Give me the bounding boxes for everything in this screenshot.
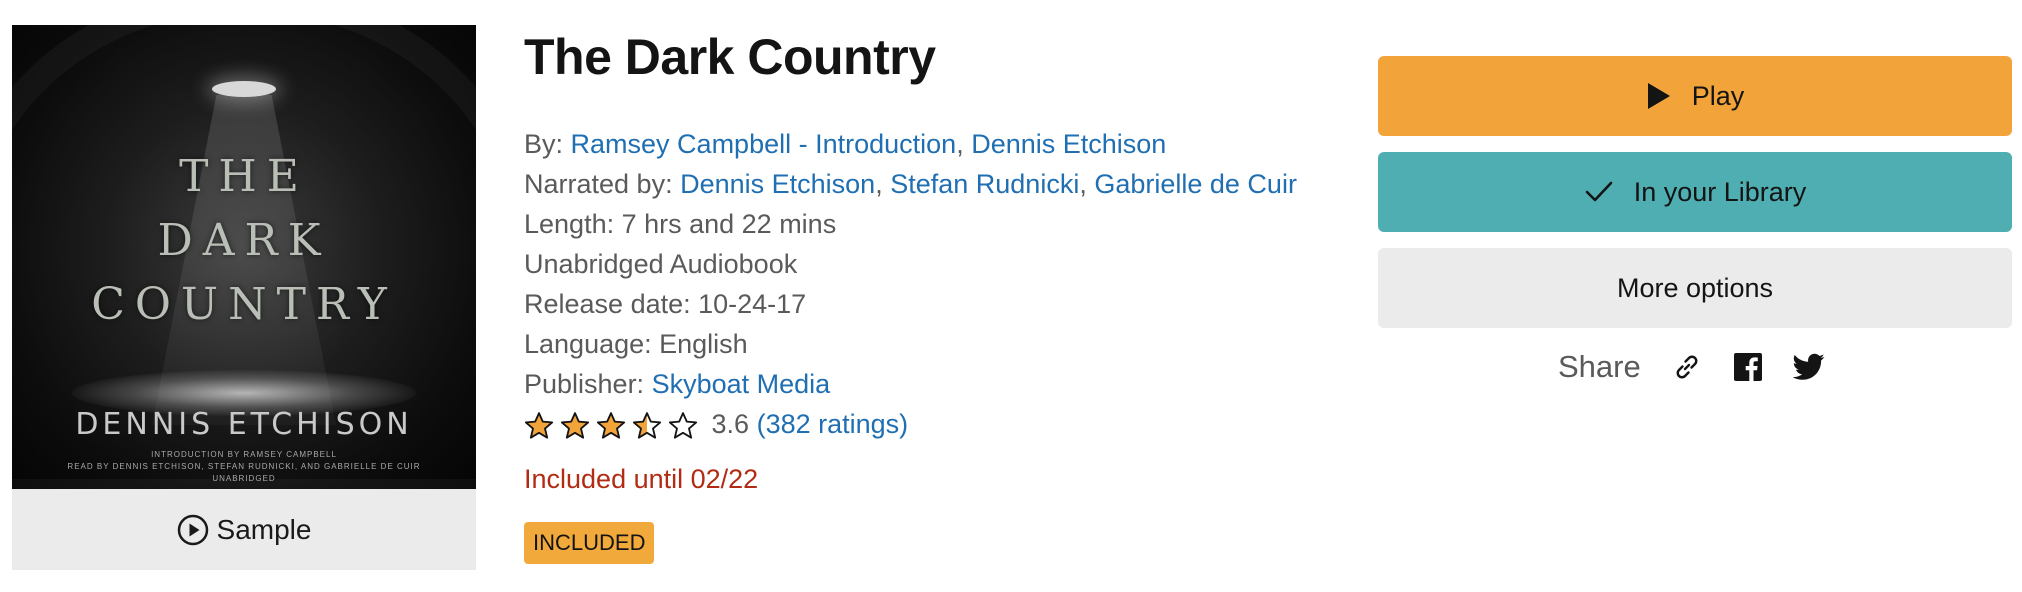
more-options-label: More options xyxy=(1616,272,1774,303)
author-link[interactable]: Dennis Etchison xyxy=(971,129,1166,159)
format-row: Unabridged Audiobook xyxy=(524,249,798,279)
star-half-icon xyxy=(632,412,662,439)
release-date-row: Release date: 10-24-17 xyxy=(524,289,807,319)
language-row: Language: English xyxy=(524,329,748,359)
cover-image[interactable]: THE DARK COUNTRY DENNIS ETCHISON INTRODU… xyxy=(12,25,476,489)
play-circle-icon xyxy=(177,514,208,545)
cover-title-line: COUNTRY xyxy=(91,279,397,330)
separator: , xyxy=(956,129,972,159)
in-library-button[interactable]: In your Library xyxy=(1378,152,2012,232)
facebook-icon[interactable] xyxy=(1733,352,1763,382)
star-rating xyxy=(524,411,704,441)
separator: , xyxy=(875,169,891,199)
cover-skylight xyxy=(212,81,276,97)
in-library-label: In your Library xyxy=(1633,176,1807,207)
page-title: The Dark Country xyxy=(524,29,936,85)
length-row: Length: 7 hrs and 22 mins xyxy=(524,209,837,239)
cover-title: THE DARK COUNTRY xyxy=(12,145,476,337)
sample-label: Sample xyxy=(216,513,312,545)
copy-link-icon[interactable] xyxy=(1671,351,1703,383)
separator: , xyxy=(1079,169,1095,199)
ratings-count-link[interactable]: (382 ratings) xyxy=(757,409,909,439)
share-bar: Share xyxy=(1558,342,1825,392)
publisher-link[interactable]: Skyboat Media xyxy=(652,369,831,399)
narrated-label: Narrated by: xyxy=(524,169,673,199)
cover-title-line: DARK xyxy=(157,215,331,266)
twitter-icon[interactable] xyxy=(1792,353,1825,381)
star-empty-icon xyxy=(668,412,698,439)
more-options-button[interactable]: More options xyxy=(1378,248,2012,328)
included-until-text: Included until 02/22 xyxy=(524,464,759,494)
rating-row: 3.6 (382 ratings) xyxy=(524,404,1297,444)
cover-title-line: THE xyxy=(179,151,309,202)
play-icon xyxy=(1647,83,1670,109)
publisher-label: Publisher: xyxy=(524,369,645,399)
narrator-link[interactable]: Stefan Rudnicki xyxy=(890,169,1079,199)
sample-button[interactable]: Sample xyxy=(12,489,476,570)
product-details: By: Ramsey Campbell - Introduction, Denn… xyxy=(524,124,1297,444)
included-badge: INCLUDED xyxy=(524,522,655,564)
publisher-row: Publisher: Skyboat Media xyxy=(524,364,1297,404)
play-button[interactable]: Play xyxy=(1378,56,2012,136)
cover-author: DENNIS ETCHISON xyxy=(75,407,413,442)
checkmark-icon xyxy=(1585,181,1613,202)
cover-read-by-line: READ BY DENNIS ETCHISON, STEFAN RUDNICKI… xyxy=(67,462,421,471)
author-link[interactable]: Ramsey Campbell - Introduction xyxy=(571,129,957,159)
narrator-link[interactable]: Dennis Etchison xyxy=(680,169,875,199)
star-full-icon xyxy=(524,412,554,439)
by-label: By: xyxy=(524,129,564,159)
authors-row: By: Ramsey Campbell - Introduction, Denn… xyxy=(524,124,1297,164)
cover-intro-line: INTRODUCTION BY RAMSEY CAMPBELL xyxy=(151,450,337,459)
narrators-row: Narrated by: Dennis Etchison, Stefan Rud… xyxy=(524,164,1297,204)
play-label: Play xyxy=(1691,80,1745,111)
rating-value: 3.6 xyxy=(711,409,750,439)
star-full-icon xyxy=(560,412,590,439)
share-label: Share xyxy=(1558,349,1641,384)
narrator-link[interactable]: Gabrielle de Cuir xyxy=(1094,169,1297,199)
cover-edition: UNABRIDGED xyxy=(212,474,276,483)
star-full-icon xyxy=(596,412,626,439)
